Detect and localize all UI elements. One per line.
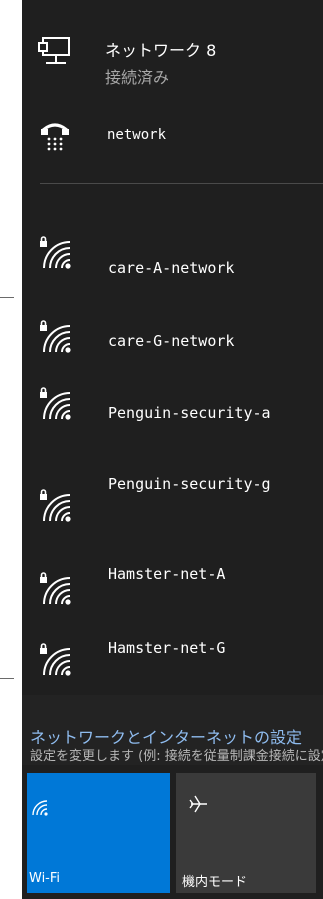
- left-edge-mark: [0, 297, 14, 298]
- wifi-network-item[interactable]: Penguin-security-g: [22, 450, 323, 540]
- wifi-toggle-tile[interactable]: Wi-Fi: [27, 773, 170, 893]
- airplane-mode-tile[interactable]: 機内モード: [176, 773, 316, 893]
- wifi-network-item[interactable]: care-A-network: [22, 230, 323, 300]
- wifi-network-item[interactable]: Hamster-net-G: [22, 610, 323, 695]
- secured-wifi-icon: [38, 320, 74, 358]
- wired-network-name: ネットワーク 8: [105, 41, 217, 60]
- secured-wifi-icon: [38, 387, 74, 425]
- wifi-network-item[interactable]: Penguin-security-a: [22, 370, 323, 450]
- airplane-icon: [188, 793, 210, 819]
- wifi-network-name: Penguin-security-g: [108, 475, 271, 493]
- wifi-network-name: care-G-network: [108, 332, 235, 350]
- left-edge-mark: [0, 678, 14, 679]
- wired-network-item[interactable]: ネットワーク 8 接続済み: [22, 0, 323, 105]
- wifi-icon: [31, 799, 49, 821]
- wifi-tile-label: Wi-Fi: [29, 871, 61, 886]
- wifi-network-item[interactable]: care-G-network: [22, 300, 323, 370]
- wifi-network-item[interactable]: Hamster-net-A: [22, 540, 323, 610]
- network-flyout: ネットワーク 8 接続済み network care-A-network car…: [22, 0, 323, 899]
- dialup-network-item[interactable]: network: [22, 105, 323, 165]
- secured-wifi-icon: [38, 643, 74, 681]
- wifi-network-name: Hamster-net-G: [108, 639, 226, 657]
- wired-network-status: 接続済み: [105, 68, 170, 87]
- network-settings-description: 設定を変更します (例: 接続を従量制課金接続に設定する): [30, 749, 323, 764]
- secured-wifi-icon: [38, 489, 74, 527]
- secured-wifi-icon: [38, 236, 74, 274]
- dialup-network-label: network: [107, 127, 167, 143]
- wifi-network-name: Hamster-net-A: [108, 565, 226, 583]
- network-settings-section: ネットワークとインターネットの設定 設定を変更します (例: 接続を従量制課金接…: [22, 695, 323, 765]
- dialup-phone-icon: [39, 117, 71, 155]
- wifi-network-name: Penguin-security-a: [108, 404, 271, 422]
- secured-wifi-icon: [38, 572, 74, 610]
- ethernet-monitor-icon: [38, 36, 74, 74]
- airplane-tile-label: 機内モード: [182, 875, 248, 890]
- wifi-network-name: care-A-network: [108, 259, 235, 277]
- section-divider: [40, 183, 323, 184]
